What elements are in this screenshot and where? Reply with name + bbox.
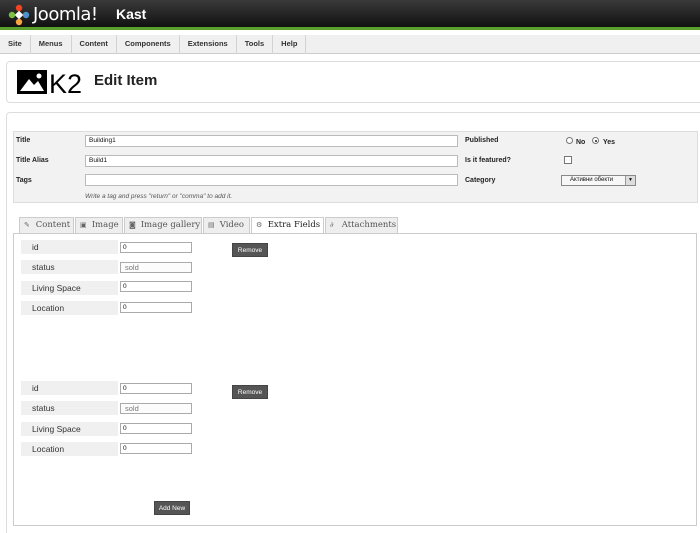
- title-alias-label: Title Alias: [16, 157, 49, 164]
- menu-components[interactable]: Components: [117, 35, 180, 54]
- remove-button[interactable]: Remove: [232, 385, 268, 399]
- tab-content[interactable]: ✎ Content: [19, 217, 74, 233]
- menu-help[interactable]: Help: [273, 35, 307, 54]
- field-input-living-space[interactable]: 0: [120, 423, 192, 434]
- top-header-bar: Joomla! Kast: [0, 0, 700, 30]
- category-select[interactable]: Активни обекти ▼: [561, 175, 636, 186]
- camera-icon: ◙: [129, 221, 136, 229]
- published-no-radio[interactable]: [566, 137, 573, 144]
- field-label-living-space: Living Space: [21, 422, 118, 436]
- field-input-location[interactable]: 0: [120, 443, 192, 454]
- menu-menus[interactable]: Menus: [31, 35, 72, 54]
- title-label: Title: [16, 137, 31, 144]
- published-no-label: No: [576, 139, 586, 146]
- k2-logo: K2: [17, 69, 82, 96]
- menu-extensions[interactable]: Extensions: [180, 35, 237, 54]
- field-label-status: status: [21, 260, 118, 274]
- main-menu-bar: Site Menus Content Components Extensions…: [0, 35, 700, 54]
- tab-extra-fields[interactable]: ⚙ Extra Fields: [251, 217, 324, 234]
- field-input-location[interactable]: 0: [120, 302, 192, 313]
- field-input-id[interactable]: 0: [120, 383, 192, 394]
- gears-icon: ⚙: [256, 221, 263, 229]
- tab-image-gallery-label: Image gallery: [140, 220, 201, 230]
- featured-checkbox[interactable]: [564, 156, 572, 164]
- field-input-id[interactable]: 0: [120, 242, 192, 253]
- content-icon: ✎: [24, 221, 30, 229]
- published-yes-label: Yes: [603, 139, 616, 146]
- extra-fields-panel: [13, 233, 697, 526]
- published-label: Published: [465, 137, 499, 144]
- menu-content[interactable]: Content: [72, 35, 117, 54]
- category-selected-value: Активни обекти: [570, 177, 614, 183]
- page-title: Edit Item: [94, 72, 158, 89]
- field-label-id: id: [21, 381, 118, 395]
- tab-image-gallery[interactable]: ◙ Image gallery: [124, 217, 202, 233]
- tab-image-label: Image: [91, 220, 119, 230]
- menu-site[interactable]: Site: [0, 35, 31, 54]
- joomla-logo-icon: [8, 4, 30, 26]
- paperclip-icon: ∂: [330, 221, 334, 229]
- field-label-location: Location: [21, 442, 118, 456]
- field-select-status[interactable]: sold: [120, 403, 192, 414]
- tab-content-label: Content: [35, 220, 71, 230]
- field-label-status: status: [21, 401, 118, 415]
- joomla-brand: Joomla!: [33, 4, 98, 25]
- chevron-down-icon: ▼: [625, 176, 635, 185]
- tab-attachments-label: Attachments: [341, 220, 397, 230]
- remove-button[interactable]: Remove: [232, 243, 268, 257]
- page-title-box: K2 Edit Item: [6, 61, 700, 103]
- tags-hint: Write a tag and press "return" or "comma…: [85, 193, 233, 200]
- film-icon: ▤: [208, 221, 215, 229]
- field-select-status[interactable]: sold: [120, 262, 192, 273]
- tab-video-label: Video: [219, 220, 244, 230]
- tab-extra-fields-label: Extra Fields: [267, 220, 321, 230]
- image-icon: ▣: [80, 221, 87, 229]
- title-input[interactable]: Building1: [85, 135, 458, 147]
- tab-video[interactable]: ▤ Video: [203, 217, 250, 233]
- title-alias-input[interactable]: Build1: [85, 155, 458, 167]
- published-yes-radio[interactable]: [592, 137, 599, 144]
- featured-label: Is it featured?: [465, 157, 511, 164]
- field-label-location: Location: [21, 301, 118, 315]
- k2-logo-text: K2: [49, 69, 82, 96]
- menu-tools[interactable]: Tools: [237, 35, 274, 54]
- tags-label: Tags: [16, 177, 32, 184]
- tab-attachments[interactable]: ∂ Attachments: [325, 217, 398, 233]
- tags-input[interactable]: [85, 174, 458, 186]
- field-label-living-space: Living Space: [21, 281, 118, 295]
- field-label-id: id: [21, 240, 118, 254]
- category-label: Category: [465, 177, 496, 184]
- field-input-living-space[interactable]: 0: [120, 281, 192, 292]
- site-name[interactable]: Kast: [116, 6, 146, 22]
- add-new-button[interactable]: Add New: [154, 501, 190, 515]
- tab-image[interactable]: ▣ Image: [75, 217, 123, 233]
